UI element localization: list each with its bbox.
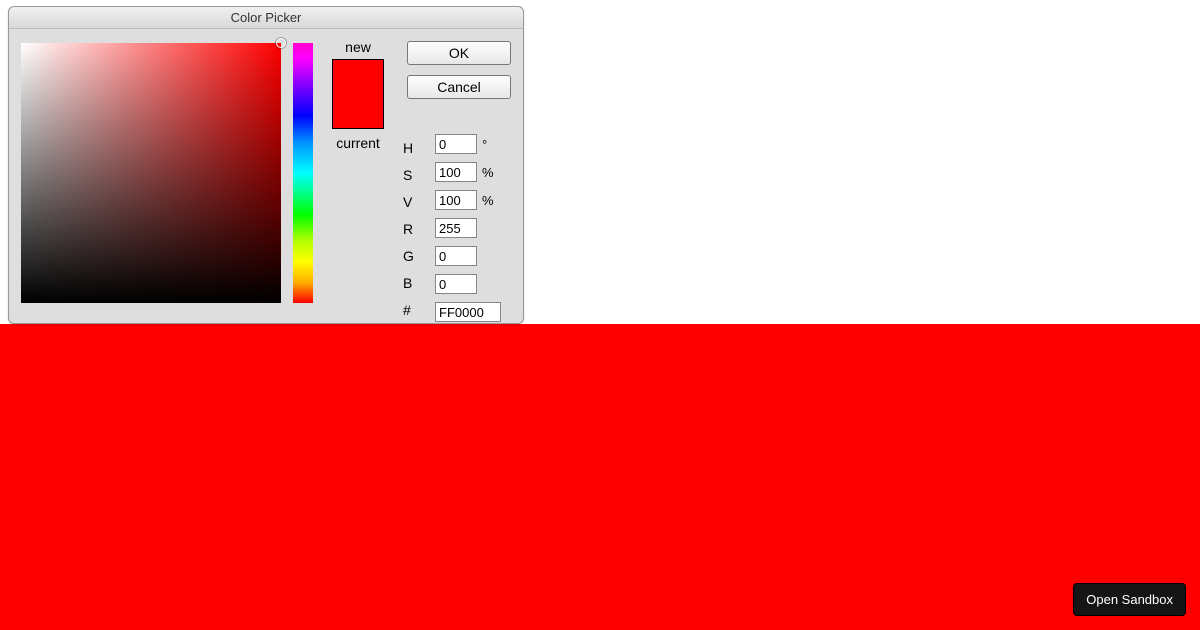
field-labels: H S V R G B #: [403, 135, 423, 324]
hex-input[interactable]: [435, 302, 501, 322]
ok-button[interactable]: OK: [407, 41, 511, 65]
saturation-suffix: %: [482, 165, 494, 180]
blue-input[interactable]: [435, 274, 477, 294]
green-input[interactable]: [435, 246, 477, 266]
label-s: S: [403, 162, 423, 189]
picker-body: new current OK Cancel H S V R G B # ° %: [9, 29, 523, 323]
cancel-button[interactable]: Cancel: [407, 75, 511, 99]
label-r: R: [403, 216, 423, 243]
color-picker-window: Color Picker new current OK Cancel H S V…: [8, 6, 524, 324]
background-color-panel: [0, 324, 1200, 630]
label-b: B: [403, 270, 423, 297]
value-fields: ° % %: [435, 133, 547, 329]
color-swatch: [332, 59, 384, 129]
label-v: V: [403, 189, 423, 216]
sv-cursor-icon[interactable]: [276, 38, 286, 48]
hue-slider[interactable]: [293, 43, 313, 303]
open-sandbox-button[interactable]: Open Sandbox: [1073, 583, 1186, 616]
red-input[interactable]: [435, 218, 477, 238]
label-g: G: [403, 243, 423, 270]
label-hex: #: [403, 297, 423, 324]
saturation-input[interactable]: [435, 162, 477, 182]
window-title: Color Picker: [9, 7, 523, 29]
label-h: H: [403, 135, 423, 162]
hue-suffix: °: [482, 137, 487, 152]
new-label: new: [323, 39, 393, 55]
preview-column: new current: [323, 39, 393, 151]
value-suffix: %: [482, 193, 494, 208]
hue-input[interactable]: [435, 134, 477, 154]
value-input[interactable]: [435, 190, 477, 210]
current-label: current: [323, 135, 393, 151]
saturation-value-panel[interactable]: [21, 43, 281, 303]
